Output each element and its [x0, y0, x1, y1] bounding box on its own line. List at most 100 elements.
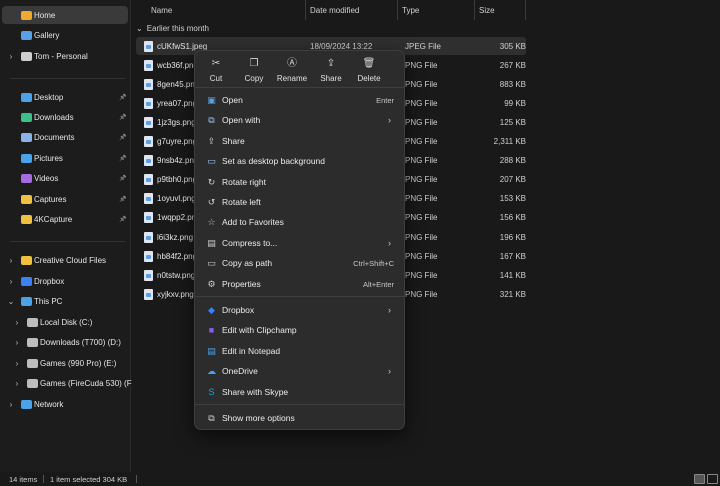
- column-header-date[interactable]: Date modified: [310, 0, 359, 20]
- details-view-button[interactable]: [694, 474, 705, 484]
- quick-action-label: Cut: [209, 74, 223, 83]
- sidebar-item-pictures[interactable]: Pictures 📌: [0, 149, 131, 167]
- sidebar-item-documents[interactable]: Documents 📌: [0, 128, 131, 146]
- column-header-name[interactable]: Name: [151, 0, 172, 20]
- pin-icon[interactable]: 📌: [119, 114, 126, 121]
- column-separator[interactable]: [305, 0, 306, 20]
- expand-chevron-icon[interactable]: ›: [6, 256, 16, 265]
- sidebar-item-games-firecuda-530-f[interactable]: › Games (FireCuda 530) (F:): [0, 374, 136, 392]
- pin-icon[interactable]: 📌: [119, 175, 126, 182]
- expand-chevron-icon[interactable]: ›: [12, 379, 22, 388]
- expand-chevron-icon[interactable]: ›: [6, 400, 16, 409]
- expand-chevron-icon[interactable]: ⌄: [6, 297, 16, 306]
- file-name: 1jz3gs.png: [157, 117, 196, 127]
- sidebar-item-4kcapture[interactable]: 4KCapture 📌: [0, 210, 131, 228]
- expand-chevron-icon[interactable]: ›: [12, 338, 22, 347]
- notepad-icon: ▤: [207, 345, 216, 356]
- cut-button[interactable]: ✂ Cut: [197, 57, 235, 87]
- sidebar-item-desktop[interactable]: Desktop 📌: [0, 88, 131, 106]
- expand-chevron-icon[interactable]: ›: [6, 277, 16, 286]
- menu-item-label: Dropbox: [222, 305, 255, 315]
- sidebar-item-downloads-t700-d[interactable]: › Downloads (T700) (D:): [0, 333, 131, 351]
- menu-item-properties[interactable]: ⚙ Properties Alt+Enter: [199, 274, 400, 294]
- drive-icon: [27, 317, 38, 327]
- dropbox-icon: ◆: [208, 304, 215, 315]
- sidebar-item-games-990-pro-e[interactable]: › Games (990 Pro) (E:): [0, 354, 131, 372]
- sidebar-divider: [10, 78, 125, 79]
- pin-icon[interactable]: 📌: [119, 134, 126, 141]
- menu-separator: [195, 404, 404, 405]
- menu-item-open-with[interactable]: ⧉ Open with ›: [199, 110, 400, 130]
- sidebar-item-tom-personal[interactable]: › Tom - Personal: [0, 47, 131, 65]
- menu-item-share[interactable]: ⇪ Share: [199, 131, 400, 151]
- sidebar-item-gallery[interactable]: Gallery: [0, 26, 131, 44]
- drive-icon: [27, 358, 38, 368]
- column-separator[interactable]: [474, 0, 475, 20]
- menu-item-label: Add to Favorites: [222, 217, 284, 227]
- sidebar-item-label: Games (990 Pro) (E:): [40, 358, 117, 368]
- sidebar-item-label: Captures: [34, 194, 67, 204]
- column-separator[interactable]: [397, 0, 398, 20]
- rename-button[interactable]: Ⓐ Rename: [273, 57, 311, 87]
- file-size: 288 KB: [499, 156, 526, 166]
- drive-icon: [27, 337, 38, 347]
- pin-icon[interactable]: 📌: [119, 216, 126, 223]
- menu-item-compress-to[interactable]: ▤ Compress to... ›: [199, 233, 400, 253]
- file-size: 2,311 KB: [493, 137, 526, 146]
- menu-item-show-more-options[interactable]: ⧉ Show more options: [199, 408, 400, 428]
- column-header-type[interactable]: Type: [402, 0, 419, 20]
- sidebar-item-videos[interactable]: Videos 📌: [0, 169, 131, 187]
- shortcut-hint: Ctrl+Shift+C: [353, 258, 394, 268]
- column-header-size[interactable]: Size: [479, 0, 495, 20]
- menu-item-edit-in-notepad[interactable]: ▤ Edit in Notepad: [199, 341, 400, 361]
- menu-item-rotate-right[interactable]: ↻ Rotate right: [199, 172, 400, 192]
- group-header[interactable]: ⌄ Earlier this month: [136, 24, 209, 33]
- pin-icon[interactable]: 📌: [119, 196, 126, 203]
- home-icon: [21, 10, 32, 20]
- file-name: 9nsb4z.png: [157, 156, 199, 166]
- menu-item-open[interactable]: ▣ Open Enter: [199, 90, 400, 110]
- open-with-icon: ⧉: [208, 114, 215, 125]
- menu-item-set-as-desktop-background[interactable]: ▭ Set as desktop background: [199, 151, 400, 171]
- sidebar-item-label: Gallery: [34, 30, 60, 40]
- pictures-icon: [21, 153, 32, 163]
- copy-button[interactable]: ❐ Copy: [235, 57, 273, 87]
- network-icon: [21, 399, 32, 409]
- menu-item-edit-with-clipchamp[interactable]: ■ Edit with Clipchamp: [199, 320, 400, 340]
- menu-item-rotate-left[interactable]: ↺ Rotate left: [199, 192, 400, 212]
- share-button[interactable]: ⇪ Share: [312, 57, 350, 87]
- tiles-view-button[interactable]: [707, 474, 718, 484]
- sidebar-item-dropbox[interactable]: › Dropbox: [0, 272, 131, 290]
- sidebar-item-local-disk-c[interactable]: › Local Disk (C:): [0, 313, 131, 331]
- image-file-icon: [144, 116, 153, 128]
- file-name: xyjkxv.png: [157, 289, 194, 299]
- sidebar-item-label: Creative Cloud Files: [34, 255, 107, 265]
- delete-button[interactable]: 🗑 Delete: [350, 57, 388, 87]
- expand-chevron-icon[interactable]: ›: [12, 359, 22, 368]
- menu-item-onedrive[interactable]: ☁ OneDrive ›: [199, 361, 400, 381]
- submenu-chevron-icon: ›: [388, 305, 391, 315]
- column-separator[interactable]: [525, 0, 526, 20]
- expand-chevron-icon[interactable]: ›: [12, 318, 22, 327]
- menu-item-dropbox[interactable]: ◆ Dropbox ›: [199, 300, 400, 320]
- expand-chevron-icon[interactable]: ›: [6, 52, 16, 61]
- file-size: 153 KB: [499, 194, 526, 204]
- folder-icon: [21, 194, 32, 204]
- status-divider: [43, 475, 44, 483]
- menu-item-label: Show more options: [222, 413, 295, 423]
- dropbox-icon: [21, 276, 32, 286]
- navigation-pane: Home Gallery › Tom - Personal Desktop 📌 Downlo…: [0, 0, 136, 472]
- sidebar-item-captures[interactable]: Captures 📌: [0, 190, 131, 208]
- pin-icon[interactable]: 📌: [119, 94, 126, 101]
- sidebar-item-network[interactable]: › Network: [0, 395, 131, 413]
- menu-item-add-to-favorites[interactable]: ☆ Add to Favorites: [199, 212, 400, 232]
- sidebar-item-home[interactable]: Home: [2, 6, 128, 24]
- menu-item-share-with-skype[interactable]: S Share with Skype: [199, 382, 400, 402]
- menu-item-copy-as-path[interactable]: ▭ Copy as path Ctrl+Shift+C: [199, 253, 400, 273]
- pin-icon[interactable]: 📌: [119, 155, 126, 162]
- gallery-icon: [21, 30, 32, 40]
- sidebar-item-this-pc[interactable]: ⌄ This PC: [0, 292, 131, 310]
- menu-item-label: Copy as path: [222, 258, 273, 268]
- sidebar-item-creative-cloud-files[interactable]: › Creative Cloud Files: [0, 251, 131, 269]
- sidebar-item-downloads[interactable]: Downloads 📌: [0, 108, 131, 126]
